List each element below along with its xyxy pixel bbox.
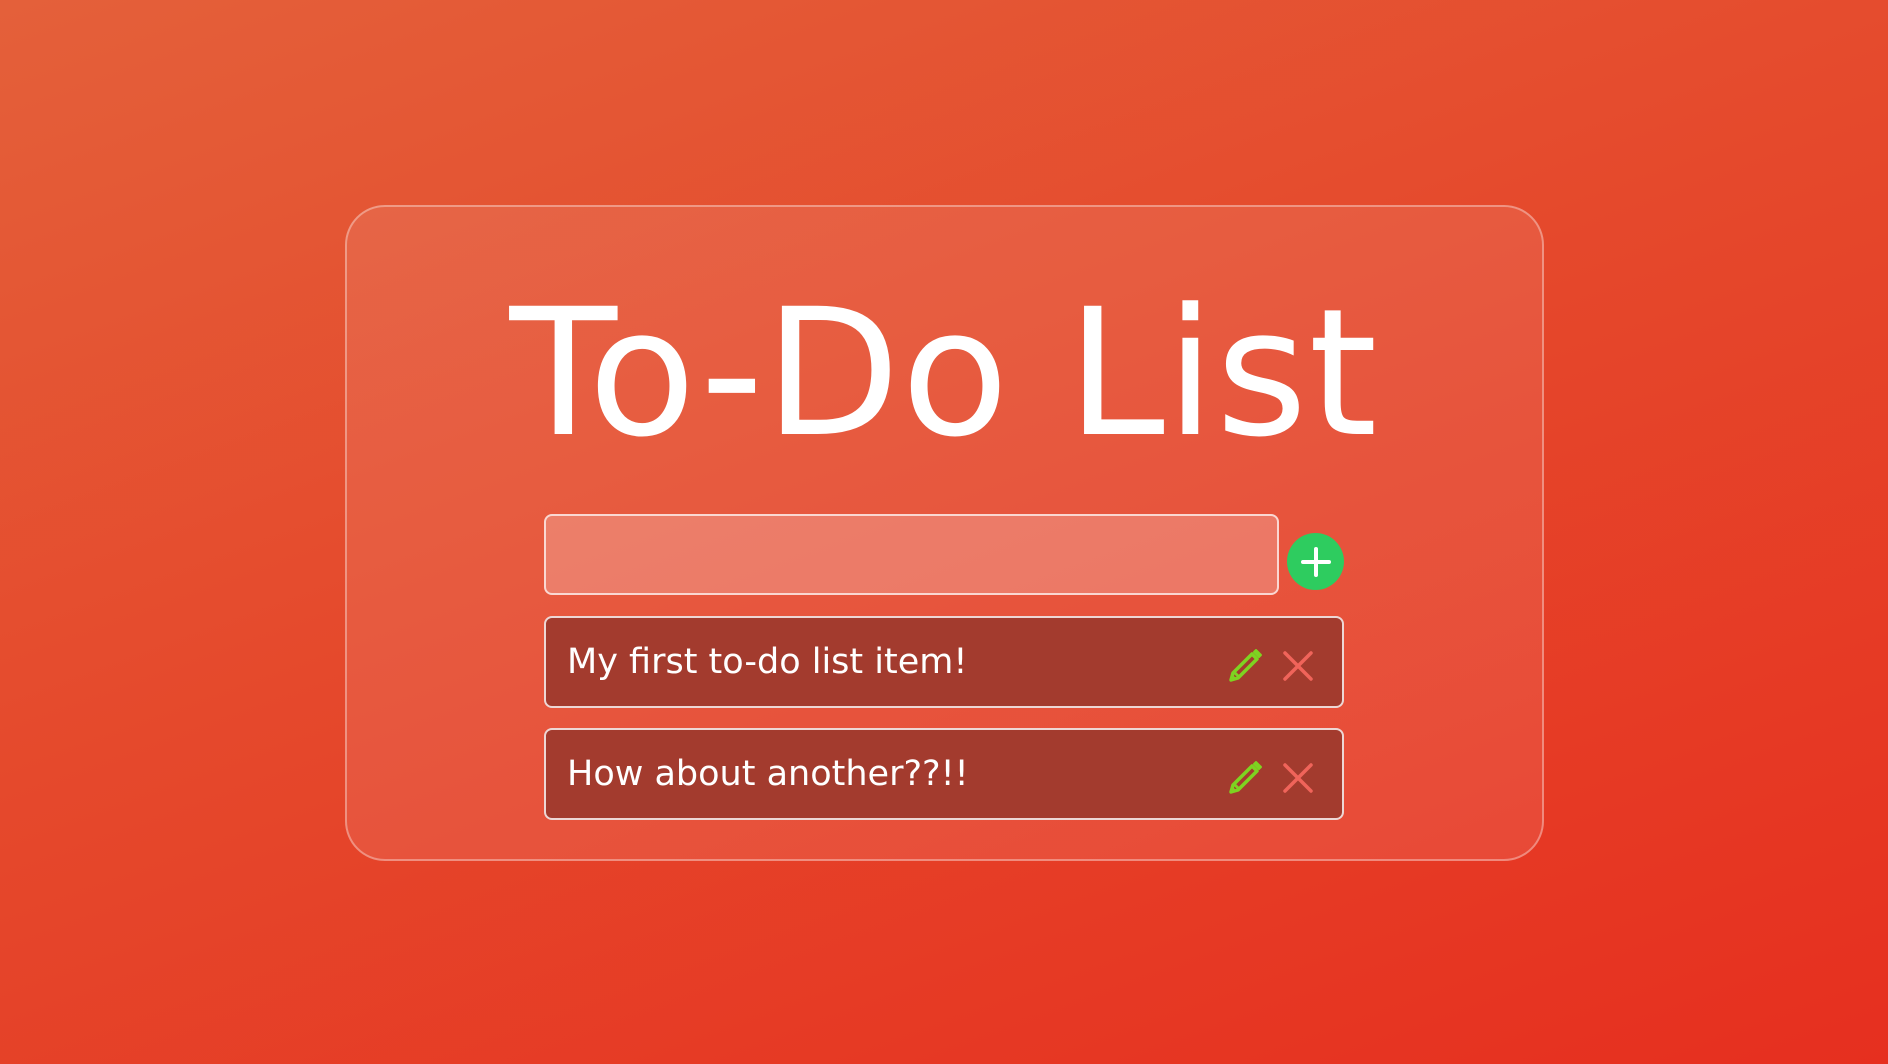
- close-icon: [1281, 761, 1315, 795]
- todo-item: How about another??!!: [544, 728, 1344, 820]
- plus-icon: [1299, 545, 1333, 579]
- pencil-icon: [1225, 758, 1265, 798]
- new-task-input[interactable]: [544, 514, 1279, 595]
- edit-button[interactable]: [1225, 646, 1265, 686]
- add-task-button[interactable]: [1287, 533, 1344, 590]
- todo-item-text: My first to-do list item!: [567, 642, 968, 682]
- close-icon: [1281, 649, 1315, 683]
- todo-item-text: How about another??!!: [567, 754, 969, 794]
- edit-button[interactable]: [1225, 758, 1265, 798]
- todo-item: My first to-do list item!: [544, 616, 1344, 708]
- pencil-icon: [1225, 646, 1265, 686]
- add-task-form: [544, 514, 1344, 595]
- page-title: To-Do List: [509, 271, 1379, 476]
- delete-button[interactable]: [1281, 649, 1315, 683]
- delete-button[interactable]: [1281, 761, 1315, 795]
